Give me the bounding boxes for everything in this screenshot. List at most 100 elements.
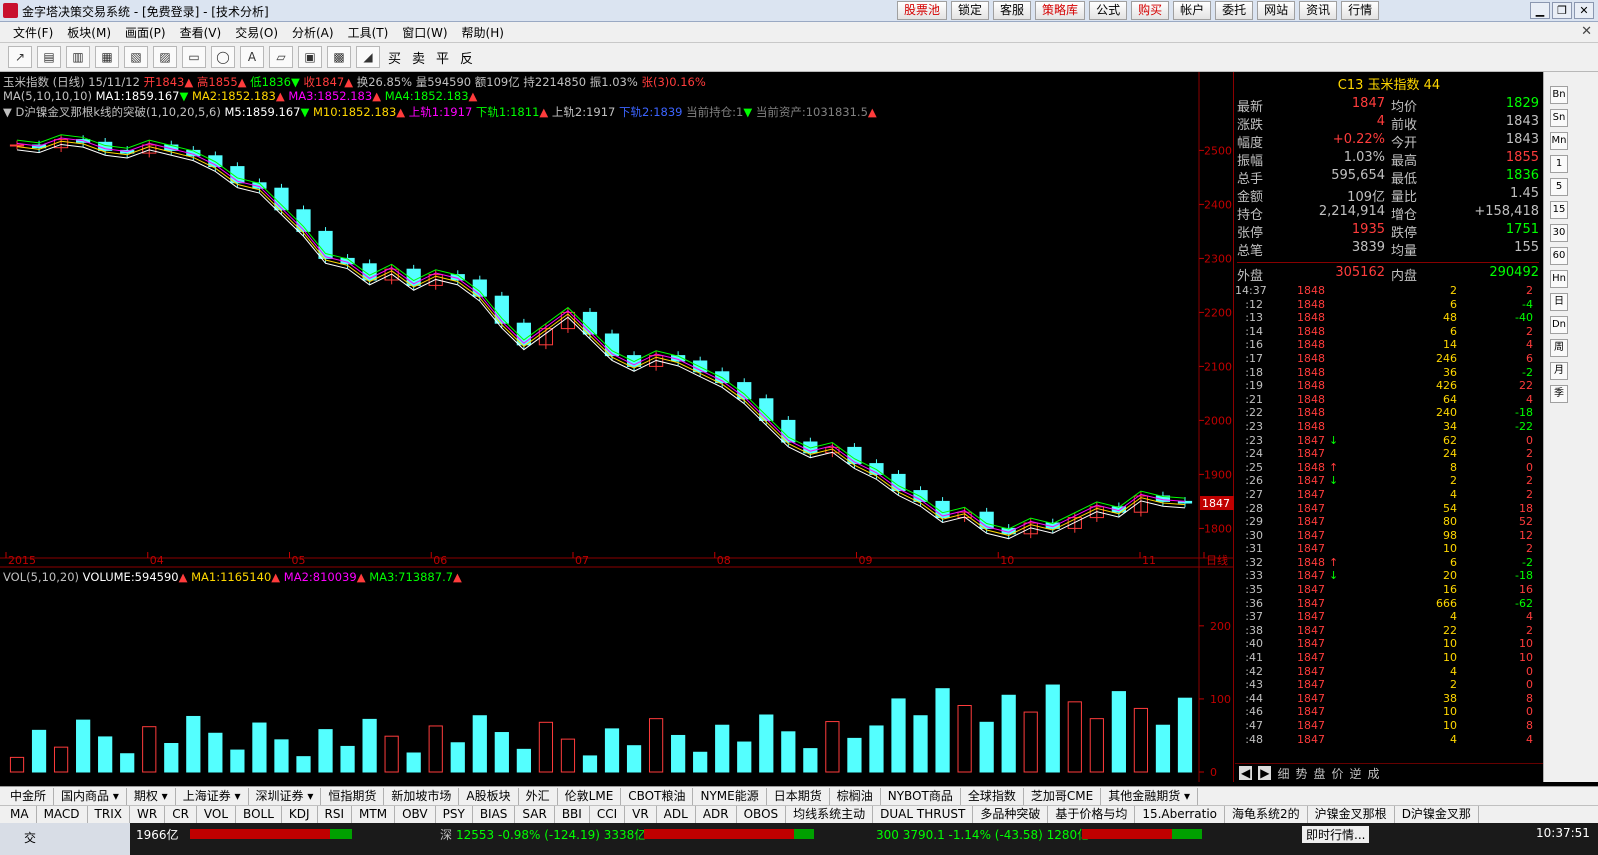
period-icon-1[interactable]: Sn: [1550, 109, 1568, 127]
market-tab-5[interactable]: 恒指期货: [321, 787, 385, 805]
indicator-tab-3[interactable]: WR: [130, 806, 166, 823]
indicator-tab-19[interactable]: OBOS: [737, 806, 787, 823]
tool-icon-4[interactable]: ▧: [124, 46, 148, 68]
quote-tab-3[interactable]: 势: [1295, 765, 1307, 782]
period-icon-3[interactable]: 1: [1550, 155, 1568, 173]
indicator-tab-12[interactable]: BIAS: [473, 806, 516, 823]
tool-icon-8[interactable]: A: [240, 46, 264, 68]
period-icon-12[interactable]: 月: [1550, 362, 1568, 380]
market-tab-0[interactable]: 中金所: [3, 787, 55, 805]
indicator-tab-26[interactable]: 沪镍金叉那根: [1308, 806, 1395, 823]
top-button-9[interactable]: 资讯: [1299, 1, 1338, 20]
tool-icon-0[interactable]: ↗: [8, 46, 32, 68]
indicator-tab-14[interactable]: BBI: [555, 806, 590, 823]
market-tab-13[interactable]: 棕榈油: [830, 787, 881, 805]
quote-tab-4[interactable]: 盘: [1314, 765, 1326, 782]
top-button-4[interactable]: 公式: [1089, 1, 1128, 20]
period-icon-7[interactable]: 60: [1550, 247, 1568, 265]
indicator-tab-6[interactable]: BOLL: [236, 806, 282, 823]
indicator-tab-23[interactable]: 基于价格与均: [1048, 806, 1136, 823]
indicator-tab-20[interactable]: 均线系统主动: [786, 806, 874, 823]
indicator-tab-22[interactable]: 多品种突破: [973, 806, 1049, 823]
window-control-2[interactable]: ✕: [1574, 2, 1594, 19]
market-tab-10[interactable]: CBOT粮油: [621, 787, 694, 805]
period-icon-4[interactable]: 5: [1550, 178, 1568, 196]
period-icon-0[interactable]: Bn: [1550, 86, 1568, 104]
taskbar-item[interactable]: 交: [0, 823, 130, 855]
menu-item-6[interactable]: 工具(T): [341, 24, 396, 41]
tool-icon-10[interactable]: ▣: [298, 46, 322, 68]
indicator-tab-11[interactable]: PSY: [436, 806, 473, 823]
tool-icon-1[interactable]: ▤: [37, 46, 61, 68]
period-icon-6[interactable]: 30: [1550, 224, 1568, 242]
indicator-tab-7[interactable]: KDJ: [282, 806, 318, 823]
menu-item-4[interactable]: 交易(O): [228, 24, 285, 41]
quote-tab-2[interactable]: 细: [1277, 765, 1289, 782]
kline-chart[interactable]: 250024002300220021002000190018002015 04 05…: [0, 72, 1234, 782]
menu-item-5[interactable]: 分析(A): [285, 24, 341, 41]
market-tab-1[interactable]: 国内商品 ▾: [54, 787, 127, 805]
top-button-10[interactable]: 行情: [1341, 1, 1380, 20]
top-button-7[interactable]: 委托: [1215, 1, 1254, 20]
menu-item-1[interactable]: 板块(M): [60, 24, 118, 41]
indicator-tab-0[interactable]: MA: [3, 806, 37, 823]
indicator-tab-9[interactable]: MTM: [352, 806, 396, 823]
indicator-tab-13[interactable]: SAR: [515, 806, 555, 823]
window-control-1[interactable]: ❐: [1552, 2, 1572, 19]
menu-item-2[interactable]: 画面(P): [118, 24, 173, 41]
market-tab-17[interactable]: 其他金融期货 ▾: [1101, 787, 1199, 805]
market-tab-15[interactable]: 全球指数: [961, 787, 1024, 805]
indicator-tab-1[interactable]: MACD: [37, 806, 88, 823]
indicator-tab-25[interactable]: 海龟系统2的: [1225, 806, 1308, 823]
top-button-1[interactable]: 锁定: [951, 1, 990, 20]
indicator-tab-21[interactable]: DUAL THRUST: [873, 806, 974, 823]
indicator-tab-5[interactable]: VOL: [197, 806, 237, 823]
indicator-tab-17[interactable]: ADL: [657, 806, 696, 823]
indicator-tab-4[interactable]: CR: [165, 806, 197, 823]
quote-tab-5[interactable]: 价: [1332, 765, 1344, 782]
period-icon-10[interactable]: Dn: [1550, 316, 1568, 334]
menu-item-7[interactable]: 窗口(W): [395, 24, 454, 41]
menu-item-0[interactable]: 文件(F): [6, 24, 60, 41]
trade-button-2[interactable]: 平: [433, 48, 452, 67]
period-icon-2[interactable]: Mn: [1550, 132, 1568, 150]
quote-tab-6[interactable]: 逆: [1350, 765, 1362, 782]
period-icon-5[interactable]: 15: [1550, 201, 1568, 219]
quote-tab-7[interactable]: 成: [1368, 765, 1380, 782]
top-button-2[interactable]: 客服: [993, 1, 1032, 20]
market-tab-3[interactable]: 上海证券 ▾: [176, 787, 249, 805]
indicator-tab-8[interactable]: RSI: [318, 806, 353, 823]
market-tab-6[interactable]: 新加坡市场: [384, 787, 460, 805]
top-button-6[interactable]: 帐户: [1173, 1, 1212, 20]
indicator-tab-15[interactable]: CCI: [590, 806, 626, 823]
indicator-tab-2[interactable]: TRIX: [88, 806, 130, 823]
menu-item-8[interactable]: 帮助(H): [455, 24, 511, 41]
window-control-0[interactable]: ▁: [1530, 2, 1550, 19]
tool-icon-7[interactable]: ◯: [211, 46, 235, 68]
trade-button-0[interactable]: 买: [385, 48, 404, 67]
news-button[interactable]: 即时行情...: [1302, 826, 1370, 843]
tool-icon-12[interactable]: ◢: [356, 46, 380, 68]
market-tab-2[interactable]: 期权 ▾: [127, 787, 176, 805]
indicator-tab-24[interactable]: 15.Aberratio: [1135, 806, 1226, 823]
market-tab-11[interactable]: NYME能源: [693, 787, 767, 805]
trade-button-3[interactable]: 反: [457, 48, 476, 67]
tool-icon-3[interactable]: ▦: [95, 46, 119, 68]
market-tab-4[interactable]: 深圳证券 ▾: [249, 787, 322, 805]
tick-list[interactable]: 14:37 1848 2 2:12 1848 6 -4:13 1848 48 -40:14 1848…: [1235, 284, 1537, 746]
indicator-tab-10[interactable]: OBV: [395, 806, 436, 823]
tool-icon-11[interactable]: ▩: [327, 46, 351, 68]
top-button-0[interactable]: 股票池: [897, 1, 948, 20]
tool-icon-5[interactable]: ▨: [153, 46, 177, 68]
tool-icon-2[interactable]: ▥: [66, 46, 90, 68]
market-tab-12[interactable]: 日本期货: [767, 787, 830, 805]
trade-button-1[interactable]: 卖: [409, 48, 428, 67]
top-button-3[interactable]: 策略库: [1035, 1, 1086, 20]
indicator-tab-16[interactable]: VR: [625, 806, 657, 823]
quote-tab-0[interactable]: ◀: [1239, 766, 1253, 780]
tool-icon-9[interactable]: ▱: [269, 46, 293, 68]
indicator-tab-27[interactable]: D沪镍金叉那: [1395, 806, 1479, 823]
chart-area[interactable]: 玉米指数 (日线) 15/11/12 开1843▲ 高1855▲ 低1836▼ …: [0, 72, 1234, 782]
market-tab-14[interactable]: NYBOT商品: [881, 787, 961, 805]
period-icon-9[interactable]: 日: [1550, 293, 1568, 311]
